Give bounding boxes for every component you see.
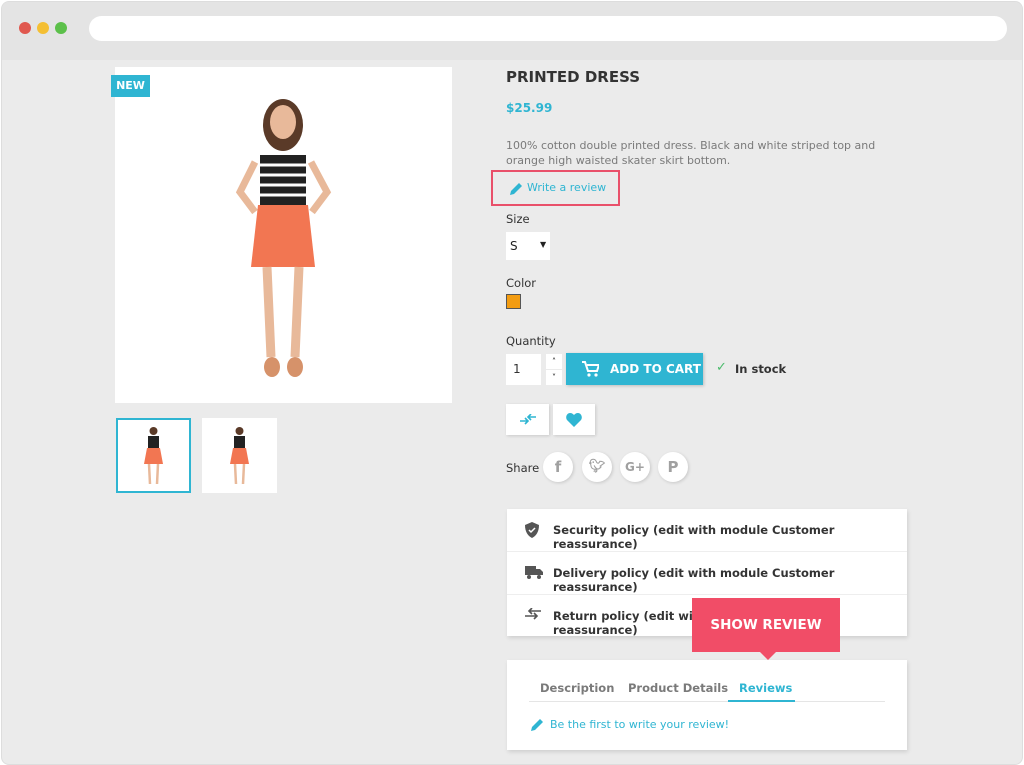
product-price: $25.99 bbox=[506, 101, 553, 115]
add-to-cart-button[interactable]: ADD TO CART bbox=[566, 353, 703, 385]
close-window-button[interactable] bbox=[19, 22, 31, 34]
compare-arrows-icon bbox=[520, 414, 536, 425]
add-to-cart-label: ADD TO CART bbox=[610, 362, 701, 376]
minimize-window-button[interactable] bbox=[37, 22, 49, 34]
google-plus-icon[interactable]: G+ bbox=[620, 452, 650, 482]
check-icon: ✓ bbox=[716, 360, 727, 375]
quantity-decrease-button[interactable]: ˅ bbox=[546, 370, 562, 385]
tab-reviews[interactable]: Reviews bbox=[739, 681, 792, 695]
truck-icon bbox=[525, 566, 543, 579]
new-badge: NEW bbox=[111, 75, 150, 97]
facebook-icon[interactable]: f bbox=[543, 452, 573, 482]
show-review-tooltip: SHOW REVIEW bbox=[692, 598, 840, 660]
caret-down-icon: ▼ bbox=[540, 240, 547, 249]
tab-product-details[interactable]: Product Details bbox=[628, 681, 728, 695]
thumbnail-1[interactable] bbox=[116, 418, 191, 493]
stock-status: In stock bbox=[735, 362, 787, 376]
active-tab-indicator bbox=[728, 700, 795, 702]
share-label: Share bbox=[506, 461, 540, 475]
quantity-input[interactable]: 1 bbox=[506, 354, 541, 385]
wishlist-button[interactable] bbox=[553, 404, 595, 435]
size-value: S bbox=[510, 239, 518, 253]
product-main-image[interactable] bbox=[115, 67, 452, 403]
address-bar[interactable] bbox=[89, 16, 1007, 41]
reassurance-delivery: Delivery policy (edit with module Custom… bbox=[507, 552, 907, 595]
first-review-link[interactable]: Be the first to write your review! bbox=[550, 718, 729, 731]
color-label: Color bbox=[506, 276, 537, 290]
pencil-icon bbox=[510, 183, 522, 195]
write-review-label: Write a review bbox=[527, 181, 607, 194]
quantity-label: Quantity bbox=[506, 334, 556, 348]
color-swatch-orange[interactable] bbox=[506, 294, 521, 309]
arrows-exchange-icon bbox=[525, 608, 541, 620]
product-title: PRINTED DRESS bbox=[506, 68, 641, 86]
reassurance-text: Delivery policy (edit with module Custom… bbox=[553, 566, 835, 594]
browser-toolbar bbox=[2, 2, 1022, 60]
pinterest-icon[interactable]: P bbox=[658, 452, 688, 482]
product-description: 100% cotton double printed dress. Black … bbox=[506, 139, 876, 167]
heart-icon bbox=[566, 413, 582, 427]
reassurance-security: Security policy (edit with module Custom… bbox=[507, 509, 907, 552]
quantity-increase-button[interactable]: ˄ bbox=[546, 354, 562, 369]
compare-button[interactable] bbox=[506, 404, 549, 435]
product-tabs: Description Product Details Reviews Be t… bbox=[507, 660, 907, 750]
size-label: Size bbox=[506, 212, 530, 226]
cart-icon bbox=[582, 361, 599, 377]
pencil-icon bbox=[531, 719, 543, 731]
tab-description[interactable]: Description bbox=[540, 681, 614, 695]
tabs-divider bbox=[529, 701, 885, 702]
reassurance-text: Security policy (edit with module Custom… bbox=[553, 523, 835, 551]
shield-icon bbox=[525, 522, 539, 538]
write-review-link[interactable]: Write a review bbox=[491, 170, 620, 206]
size-select[interactable]: S ▼ bbox=[506, 232, 550, 260]
thumbnail-2[interactable] bbox=[202, 418, 277, 493]
twitter-icon[interactable]: 🐦︎ bbox=[582, 452, 612, 482]
maximize-window-button[interactable] bbox=[55, 22, 67, 34]
